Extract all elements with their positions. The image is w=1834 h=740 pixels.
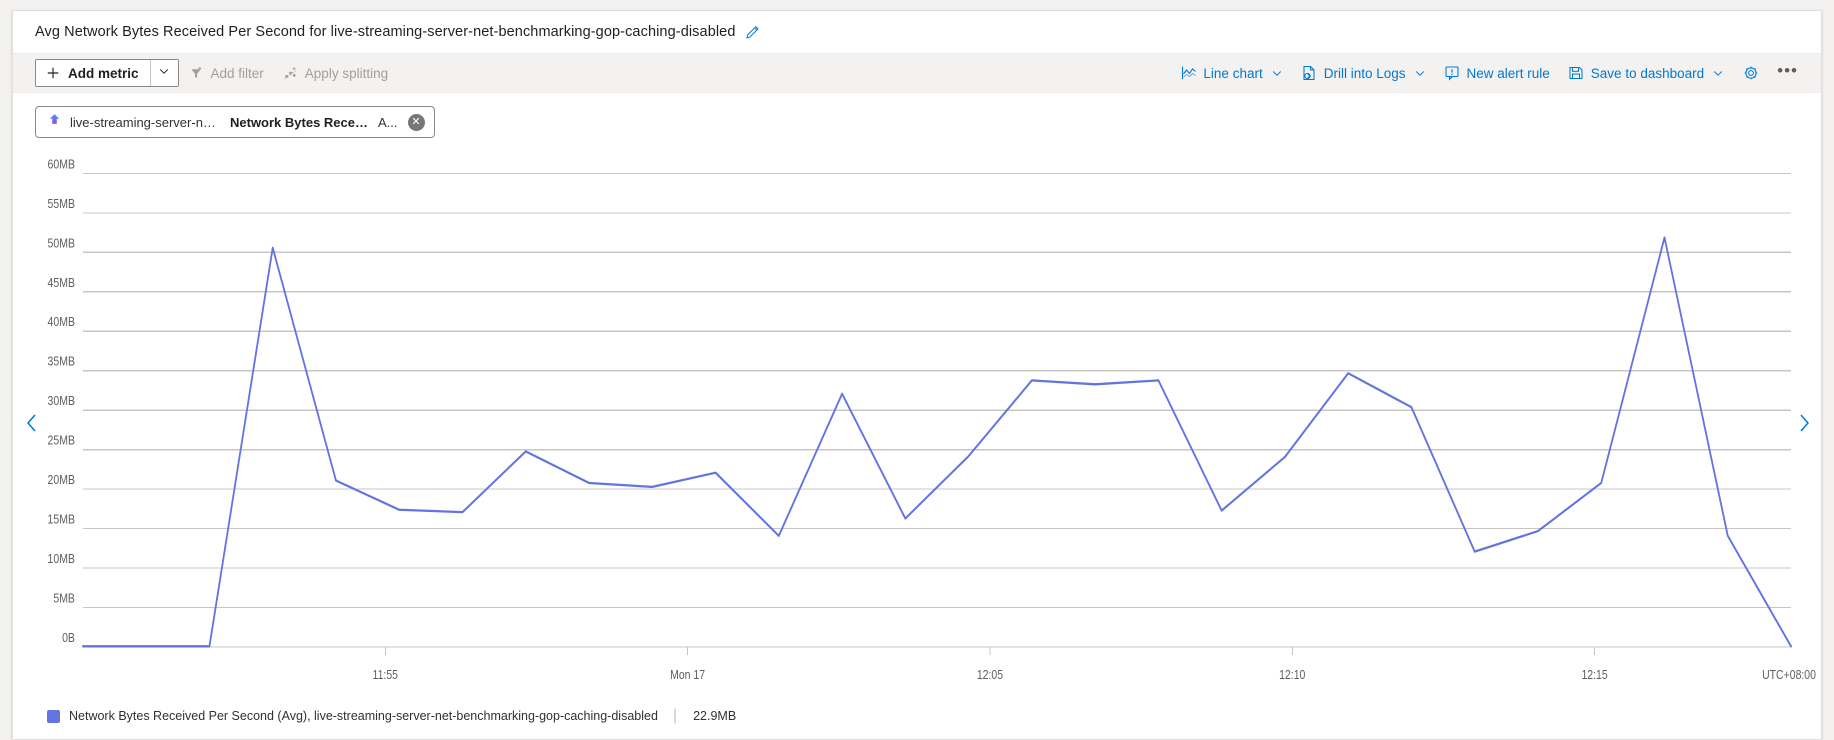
legend-item[interactable]: Network Bytes Received Per Second (Avg),… [47,707,736,725]
metric-chip-aggregation: A... [378,114,398,130]
timezone-label: UTC+08:00 [1762,667,1816,682]
chevron-down-icon [1712,67,1724,79]
y-axis-tick-label: 35MB [48,354,75,369]
chevron-right-icon[interactable] [1793,408,1815,438]
gear-icon [1742,65,1759,81]
ellipsis-icon: ••• [1777,61,1798,80]
new-alert-rule-label: New alert rule [1466,65,1550,81]
y-axis-tick-label: 15MB [48,511,75,526]
x-axis-tick-label: Mon 17 [670,667,705,682]
chart-toolbar: Add metric Add filter Apply splitting Li… [13,53,1821,93]
more-options-button[interactable]: ••• [1768,58,1807,88]
add-metric-button[interactable]: Add metric [36,60,150,86]
chart-plot-area: 0B 5MB 10MB 15MB 20MB 25MB 30MB 35MB 40MB 45MB 50M… [13,147,1821,699]
splitting-icon [282,66,299,81]
logs-icon [1301,65,1318,81]
chevron-left-icon[interactable] [21,408,43,438]
y-axis-tick-label: 60MB [48,156,75,171]
metrics-page: Avg Network Bytes Received Per Second fo… [0,0,1834,740]
metric-chip-scope: live-streaming-server-net-... [70,114,222,130]
y-axis-tick-label: 50MB [48,235,75,250]
y-axis-tick-label: 10MB [48,551,75,566]
metric-chip[interactable]: live-streaming-server-net-... Network By… [35,106,435,138]
pencil-icon[interactable] [745,25,760,40]
line-chart-button[interactable]: Line chart [1171,58,1291,88]
x-axis-tick-label: 12:10 [1279,667,1306,682]
azure-resource-icon [47,112,62,132]
y-axis-tick-label: 55MB [48,196,75,211]
y-axis-tick-label: 20MB [48,472,75,487]
close-circle-icon[interactable]: ✕ [407,113,425,131]
save-to-dashboard-label: Save to dashboard [1590,65,1705,81]
x-axis-tick-label: 12:05 [977,667,1004,682]
add-filter-button[interactable]: Add filter [179,58,273,88]
line-chart-icon [1180,65,1197,81]
x-axis-tick-label: 11:55 [373,667,399,682]
chart-legend: Network Bytes Received Per Second (Avg),… [13,699,1821,739]
new-alert-rule-button[interactable]: New alert rule [1435,58,1559,88]
drill-into-logs-button[interactable]: Drill into Logs [1292,58,1435,88]
legend-series-label: Network Bytes Received Per Second (Avg),… [69,709,658,723]
toolbar-left-group: Add metric Add filter Apply splitting [35,58,397,88]
y-axis-tick-label: 40MB [48,314,75,329]
chart-title-row: Avg Network Bytes Received Per Second fo… [13,11,1821,53]
add-metric-dropdown-button[interactable] [149,60,178,86]
save-disk-icon [1568,65,1585,81]
line-chart-label: Line chart [1203,65,1263,81]
metric-chip-metric: Network Bytes Receive... [230,114,370,130]
x-axis-tick-label: 12:15 [1581,667,1608,682]
toolbar-right-group: Line chart Drill into Logs New alert rul… [1171,58,1807,88]
add-metric-split-button: Add metric [35,59,179,87]
legend-separator: | [672,707,678,724]
filter-add-icon [188,66,205,81]
alert-bell-icon [1444,65,1461,81]
page-title: Avg Network Bytes Received Per Second fo… [35,24,736,40]
apply-splitting-button[interactable]: Apply splitting [273,58,397,88]
legend-color-swatch [47,709,60,723]
chevron-down-icon [1414,67,1426,79]
y-axis-tick-label: 0B [62,630,75,645]
metrics-chart-card: Avg Network Bytes Received Per Second fo… [12,10,1822,740]
y-axis-tick-label: 5MB [53,590,75,605]
chart-settings-button[interactable] [1733,58,1768,88]
add-filter-label: Add filter [210,65,264,81]
metric-chip-row: live-streaming-server-net-... Network By… [13,93,1821,147]
drill-into-logs-label: Drill into Logs [1323,65,1406,81]
y-axis-tick-label: 45MB [48,275,75,290]
metrics-line-chart[interactable]: 0B 5MB 10MB 15MB 20MB 25MB 30MB 35MB 40MB 45MB 50M… [13,147,1821,699]
plus-icon [44,66,61,80]
chevron-down-icon [158,64,170,82]
chevron-down-icon [1271,67,1283,79]
series-line-0 [82,236,1792,648]
y-axis-tick-label: 30MB [48,393,75,408]
y-axis-tick-label: 25MB [48,432,75,447]
apply-splitting-label: Apply splitting [304,65,389,81]
add-metric-label: Add metric [68,65,139,81]
save-to-dashboard-button[interactable]: Save to dashboard [1559,58,1733,88]
legend-series-value: 22.9MB [693,709,737,723]
